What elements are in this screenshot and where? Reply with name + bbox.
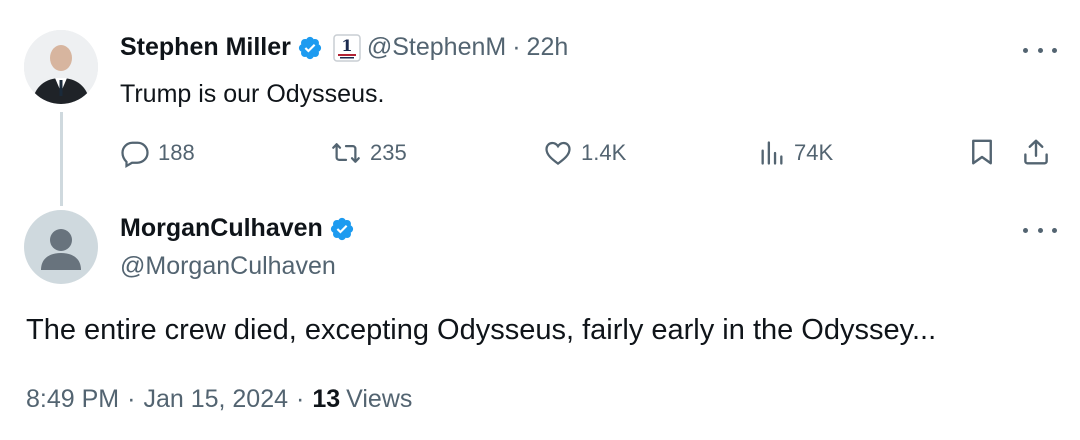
heart-icon: [545, 141, 571, 166]
parent-header: Stephen Miller 1 @StephenM · 22h: [120, 33, 568, 62]
reply-icon: [121, 141, 149, 168]
repost-button[interactable]: 235: [330, 138, 407, 168]
separator-dot: ·: [512, 33, 521, 61]
svg-text:1: 1: [341, 36, 352, 55]
reply-header: MorganCulhaven: [120, 214, 355, 243]
views-count: 74K: [794, 140, 834, 165]
affiliate-badge-icon[interactable]: 1: [333, 33, 361, 62]
analytics-icon: [761, 141, 783, 165]
separator-dot: ·: [127, 385, 136, 413]
reply-count: 188: [158, 140, 195, 165]
more-options-icon[interactable]: [1023, 220, 1057, 240]
default-avatar[interactable]: [24, 210, 98, 284]
tweet-time[interactable]: 22h: [527, 33, 569, 62]
bookmark-button[interactable]: [967, 136, 997, 173]
author-handle[interactable]: @MorganCulhaven: [120, 252, 336, 281]
author-name[interactable]: MorganCulhaven: [120, 214, 323, 243]
separator-dot: ·: [296, 385, 305, 413]
like-count: 1.4K: [581, 140, 627, 165]
reply-text: The entire crew died, excepting Odysseus…: [26, 314, 937, 346]
tweet-date[interactable]: Jan 15, 2024: [143, 385, 288, 414]
repost-icon: [332, 143, 360, 163]
views-label: Views: [346, 385, 413, 413]
more-options-icon[interactable]: [1023, 40, 1057, 60]
reply-button[interactable]: 188: [120, 138, 195, 168]
views-number: 13: [312, 385, 341, 413]
verified-badge-icon: [297, 35, 323, 61]
thread-line: [60, 112, 63, 206]
author-handle[interactable]: @StephenM: [367, 33, 506, 62]
views-button[interactable]: 74K: [758, 138, 833, 168]
repost-count: 235: [370, 140, 407, 165]
like-button[interactable]: 1.4K: [543, 138, 626, 168]
author-name[interactable]: Stephen Miller: [120, 33, 291, 62]
avatar[interactable]: [24, 30, 98, 104]
tweet-meta: 8:49 PM · Jan 15, 2024 · 13 Views: [26, 385, 412, 414]
share-icon: [1024, 139, 1048, 165]
bookmark-icon: [972, 139, 992, 165]
tweet-text: Trump is our Odysseus.: [120, 80, 385, 108]
views-count: 13 Views: [312, 385, 412, 414]
share-button[interactable]: [1021, 136, 1051, 173]
verified-badge-icon: [329, 216, 355, 242]
tweet-time[interactable]: 8:49 PM: [26, 385, 119, 414]
